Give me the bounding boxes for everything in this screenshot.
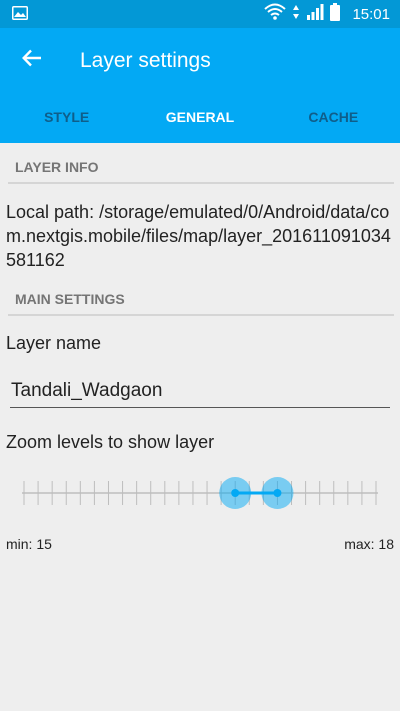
status-time: 15:01 <box>352 5 390 23</box>
layer-name-input[interactable] <box>10 378 390 408</box>
battery-icon <box>330 2 341 26</box>
zoom-min-text: min: 15 <box>6 536 52 552</box>
local-path-text: Local path: /storage/emulated/0/Android/… <box>6 202 391 270</box>
section-divider <box>8 182 394 184</box>
zoom-levels-label: Zoom levels to show layer <box>6 432 215 452</box>
zoom-max-text: max: 18 <box>344 536 394 552</box>
app-bar: Layer settings STYLE GENERAL CACHE <box>0 28 400 143</box>
status-bar: 15:01 <box>0 0 400 28</box>
zoom-range-slider[interactable] <box>20 476 380 510</box>
main-settings-header: MAIN SETTINGS <box>15 291 125 307</box>
layer-name-label: Layer name <box>6 333 102 353</box>
layer-info-header: LAYER INFO <box>15 159 99 175</box>
data-arrows-icon <box>292 4 300 25</box>
tab-general[interactable]: GENERAL <box>133 97 266 137</box>
back-button[interactable] <box>14 46 50 74</box>
tab-style[interactable]: STYLE <box>0 97 133 137</box>
wifi-icon <box>264 3 287 26</box>
tab-bar: STYLE GENERAL CACHE <box>0 97 400 137</box>
image-notification-icon <box>12 6 28 20</box>
slider-max-thumb[interactable] <box>261 477 294 509</box>
slider-min-thumb[interactable] <box>219 477 252 509</box>
section-divider <box>8 314 394 316</box>
page-title: Layer settings <box>80 49 211 72</box>
arrow-back-icon <box>22 49 42 72</box>
tab-cache[interactable]: CACHE <box>267 97 400 137</box>
signal-icon <box>306 3 324 25</box>
